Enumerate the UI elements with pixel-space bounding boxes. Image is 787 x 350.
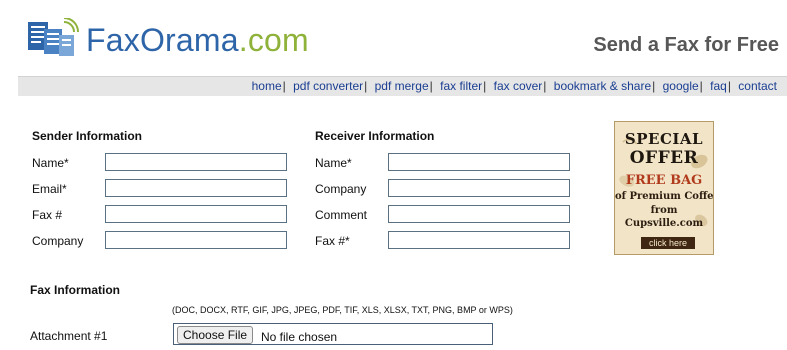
- no-file-chosen-text: No file chosen: [261, 330, 338, 344]
- nav-bar: home| pdf converter| pdf merge| fax filt…: [18, 76, 787, 96]
- nav-separator: |: [282, 79, 286, 93]
- sender-section-title: Sender Information: [32, 129, 143, 143]
- choose-file-button[interactable]: Choose File: [177, 326, 254, 344]
- nav-link-pdf-converter[interactable]: pdf converter: [293, 79, 363, 93]
- sender-email-label: Email*: [32, 182, 67, 196]
- receiver-name-input[interactable]: [388, 153, 570, 171]
- nav-link-fax-filter[interactable]: fax filter: [440, 79, 482, 93]
- receiver-company-input[interactable]: [388, 179, 570, 197]
- fax-section-title: Fax Information: [30, 283, 121, 297]
- logo-text-fax: Fax: [86, 22, 140, 58]
- supported-formats-text: (DOC, DOCX, RTF, GIF, JPG, JPEG, PDF, TI…: [172, 305, 513, 315]
- nav-separator: |: [652, 79, 656, 93]
- logo-text-orama: Orama: [139, 22, 239, 58]
- ad-from-text: from: [650, 205, 678, 216]
- nav-links: home| pdf converter| pdf merge| fax filt…: [252, 79, 777, 93]
- ad-special-text: SPECIAL: [624, 130, 704, 148]
- receiver-comment-label: Comment: [315, 208, 368, 222]
- receiver-comment-input[interactable]: [388, 205, 570, 223]
- nav-link-home[interactable]: home: [252, 79, 282, 93]
- attachment-label: Attachment #1: [30, 329, 108, 343]
- receiver-section-title: Receiver Information: [315, 129, 435, 143]
- receiver-fax-input[interactable]: [388, 231, 570, 249]
- nav-separator: |: [727, 79, 731, 93]
- nav-link-google[interactable]: google: [663, 79, 699, 93]
- ad-click-here-button[interactable]: click here: [641, 237, 695, 249]
- nav-separator: |: [699, 79, 703, 93]
- receiver-name-label: Name*: [315, 156, 352, 170]
- sender-name-input[interactable]: [105, 153, 287, 171]
- ad-premium-coffee-text: of Premium Coffee: [615, 191, 714, 202]
- sender-email-input[interactable]: [105, 179, 287, 197]
- coffee-ad-banner[interactable]: SPECIAL OFFER FREE BAG of Premium Coffee…: [614, 121, 714, 255]
- nav-separator: |: [483, 79, 487, 93]
- nav-link-contact[interactable]: contact: [738, 79, 777, 93]
- receiver-fax-label: Fax #*: [315, 234, 350, 248]
- nav-separator: |: [364, 79, 368, 93]
- logo-wordmark: FaxOrama.com: [86, 22, 309, 59]
- sender-company-input[interactable]: [105, 231, 287, 249]
- nav-link-faq[interactable]: faq: [710, 79, 727, 93]
- nav-link-fax-cover[interactable]: fax cover: [494, 79, 543, 93]
- sender-fax-label: Fax #: [32, 208, 63, 222]
- nav-separator: |: [429, 79, 433, 93]
- attachment-file-input[interactable]: Choose File No file chosen: [173, 323, 493, 345]
- ad-free-bag-text: FREE BAG: [625, 173, 703, 188]
- nav-link-bookmark-share[interactable]: bookmark & share: [554, 79, 651, 93]
- sender-name-label: Name*: [32, 156, 69, 170]
- nav-separator: |: [543, 79, 547, 93]
- ad-offer-text: OFFER: [629, 148, 699, 168]
- sender-fax-input[interactable]: [105, 205, 287, 223]
- nav-link-pdf-merge[interactable]: pdf merge: [375, 79, 429, 93]
- sender-company-label: Company: [32, 234, 84, 248]
- receiver-company-label: Company: [315, 182, 367, 196]
- page-tagline: Send a Fax for Free: [593, 34, 779, 56]
- ad-site-text: Cupsville.com: [624, 218, 704, 229]
- fax-documents-icon: [28, 18, 79, 56]
- logo-text-com: .com: [238, 22, 309, 58]
